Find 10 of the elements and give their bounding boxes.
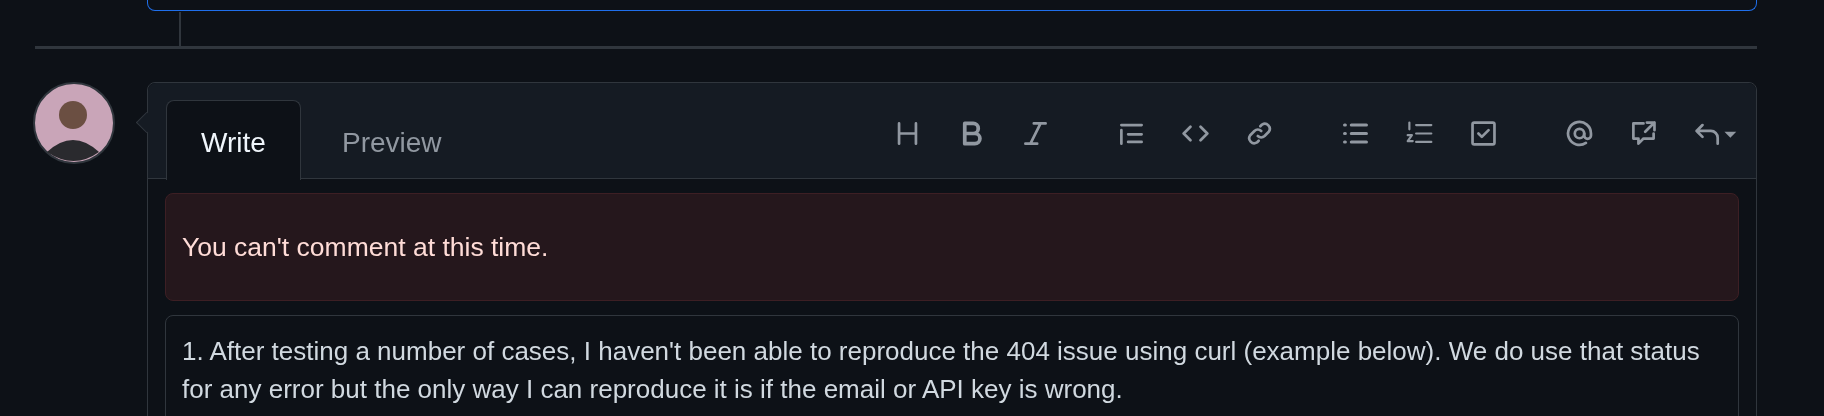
editor-tab[interactable]: Preview [309,99,475,180]
comment-field[interactable]: 1. After testing a number of cases, I haven't been able to reproduce the 404 issue using curl (example below). We do use that status for any error but the only way I can reproduce it is if the email or API key is wrong. [165,315,1739,416]
error-banner: You can't comment at this time. [165,193,1739,301]
italic-icon[interactable] [1022,120,1049,147]
editor-tab[interactable]: Write [166,99,301,180]
task-list-icon[interactable] [1470,120,1497,147]
avatar[interactable] [33,82,115,164]
link-icon[interactable] [1246,120,1273,147]
mention-icon[interactable] [1566,120,1593,147]
reference-icon[interactable] [1630,120,1657,147]
